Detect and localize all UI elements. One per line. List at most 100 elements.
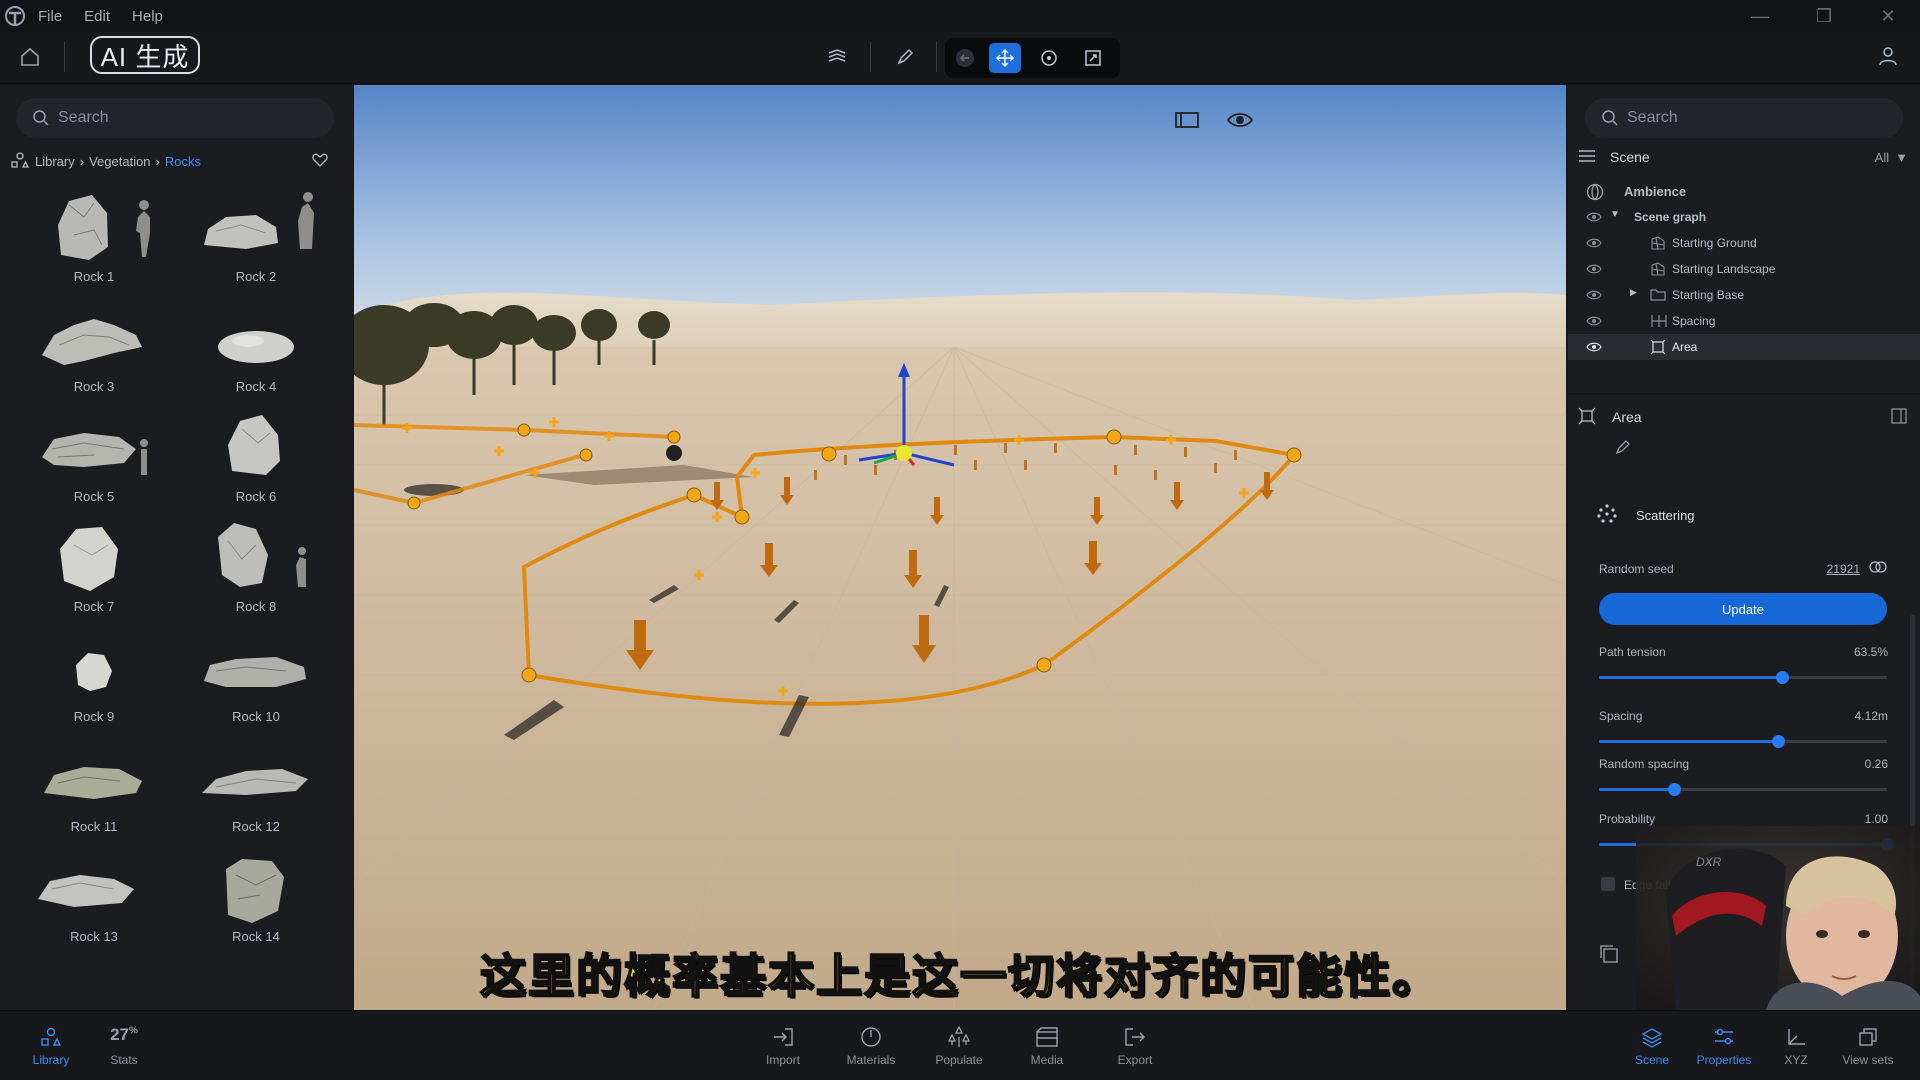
materials-icon bbox=[859, 1025, 883, 1049]
restore-icon[interactable]: ❐ bbox=[1792, 0, 1856, 32]
tab-library[interactable]: Library bbox=[11, 1025, 91, 1067]
asset-item[interactable]: Rock 6 bbox=[177, 405, 335, 515]
panel-layout-icon[interactable] bbox=[1172, 105, 1202, 135]
library-tree-icon bbox=[10, 151, 30, 172]
breadcrumb-library[interactable]: Library bbox=[35, 154, 75, 169]
tab-scene[interactable]: Scene bbox=[1612, 1025, 1692, 1067]
asset-item[interactable]: Rock 7 bbox=[15, 515, 173, 625]
minimize-icon[interactable]: — bbox=[1728, 0, 1792, 32]
asset-item[interactable]: Rock 9 bbox=[15, 625, 173, 735]
back-icon[interactable] bbox=[949, 43, 981, 73]
menu-file[interactable]: File bbox=[38, 8, 62, 25]
tree-item-ambience[interactable]: Ambience bbox=[1568, 178, 1920, 204]
rock-thumbnail bbox=[186, 735, 326, 815]
media-label: Media bbox=[1030, 1053, 1064, 1067]
asset-label: Rock 5 bbox=[73, 489, 115, 504]
app-logo-icon bbox=[4, 5, 26, 27]
scene-search-placeholder: Search bbox=[1627, 109, 1678, 126]
ai-generate-button[interactable]: AI 生成 bbox=[90, 36, 200, 74]
tree-label: Scene graph bbox=[1634, 210, 1707, 224]
asset-item[interactable]: Rock 10 bbox=[177, 625, 335, 735]
move-icon[interactable] bbox=[989, 43, 1021, 73]
export-button[interactable]: Export bbox=[1095, 1025, 1175, 1067]
tab-stats-label: Stats bbox=[110, 1053, 138, 1067]
eye-icon[interactable] bbox=[1225, 105, 1255, 135]
tree-item-starting-ground[interactable]: Starting Ground bbox=[1568, 230, 1920, 256]
scale-icon[interactable] bbox=[1077, 43, 1109, 73]
caret-right-icon[interactable]: ▶ bbox=[1630, 287, 1646, 303]
pen-icon[interactable] bbox=[1614, 438, 1632, 461]
slider-handle[interactable] bbox=[1667, 783, 1681, 796]
asset-item[interactable]: Rock 1 bbox=[15, 185, 173, 295]
randomize-icon[interactable] bbox=[1868, 559, 1888, 580]
random-seed-input[interactable]: 21921 bbox=[1798, 562, 1860, 576]
toolbar: AI 生成 bbox=[0, 32, 1920, 84]
copy-icon[interactable] bbox=[1598, 943, 1620, 970]
media-button[interactable]: Media bbox=[1007, 1025, 1087, 1067]
spacing-slider[interactable] bbox=[1599, 735, 1887, 748]
populate-button[interactable]: Populate bbox=[919, 1025, 999, 1067]
heart-icon[interactable] bbox=[312, 153, 330, 169]
slider-fill bbox=[1599, 676, 1782, 679]
tree-item-starting-landscape[interactable]: Starting Landscape bbox=[1568, 256, 1920, 282]
tree-item-scene-graph[interactable]: ▼ Scene graph bbox=[1568, 204, 1920, 230]
tree-item-starting-base[interactable]: ▶ Starting Base bbox=[1568, 282, 1920, 308]
panel-toggle-icon[interactable] bbox=[1890, 407, 1908, 428]
tab-view-sets[interactable]: View sets bbox=[1828, 1025, 1908, 1067]
slider-handle[interactable] bbox=[1775, 671, 1789, 684]
asset-item[interactable]: Rock 11 bbox=[15, 735, 173, 845]
asset-item[interactable]: Rock 13 bbox=[15, 845, 173, 955]
asset-item[interactable]: Rock 8 bbox=[177, 515, 335, 625]
tree-item-spacing[interactable]: Spacing bbox=[1568, 308, 1920, 334]
path-tension-slider[interactable] bbox=[1599, 671, 1887, 684]
slider-handle[interactable] bbox=[1771, 735, 1785, 748]
close-icon[interactable]: ✕ bbox=[1856, 0, 1920, 32]
eye-icon[interactable] bbox=[1586, 341, 1602, 353]
asset-item[interactable]: Rock 4 bbox=[177, 295, 335, 405]
toolbar-divider bbox=[64, 42, 65, 72]
eye-icon[interactable] bbox=[1586, 211, 1602, 223]
caret-down-icon[interactable]: ▼ bbox=[1610, 209, 1626, 225]
menu-edit[interactable]: Edit bbox=[84, 8, 110, 25]
eye-icon[interactable] bbox=[1586, 263, 1602, 275]
materials-button[interactable]: Materials bbox=[831, 1025, 911, 1067]
eye-icon[interactable] bbox=[1586, 315, 1602, 327]
view-sets-icon bbox=[1856, 1025, 1880, 1049]
tab-properties[interactable]: Properties bbox=[1684, 1025, 1764, 1067]
eye-icon[interactable] bbox=[1586, 289, 1602, 301]
menu-bar: File Edit Help — ❐ ✕ bbox=[0, 0, 1920, 32]
rotate-icon[interactable] bbox=[1033, 43, 1065, 73]
update-button[interactable]: Update bbox=[1599, 593, 1887, 625]
3d-viewport[interactable]: 这里的概率基本上是这一切将对齐的可能性。 bbox=[354, 85, 1566, 1010]
breadcrumb-rocks[interactable]: Rocks bbox=[165, 154, 201, 169]
asset-item[interactable]: Rock 14 bbox=[177, 845, 335, 955]
asset-item[interactable]: Rock 3 bbox=[15, 295, 173, 405]
materials-label: Materials bbox=[846, 1053, 896, 1067]
home-icon[interactable] bbox=[18, 45, 42, 69]
scene-render bbox=[354, 85, 1566, 1010]
scene-filter-dropdown[interactable]: All ▼ bbox=[1875, 150, 1908, 165]
scene-search-input[interactable]: Search bbox=[1585, 98, 1903, 138]
asset-item[interactable]: Rock 2 bbox=[177, 185, 335, 295]
library-search-input[interactable]: Search bbox=[16, 98, 334, 138]
edge-falloff-checkbox[interactable] bbox=[1601, 877, 1615, 891]
asset-item[interactable]: Rock 12 bbox=[177, 735, 335, 845]
asset-label: Rock 2 bbox=[235, 269, 277, 284]
scatter-icon bbox=[1596, 503, 1618, 530]
import-button[interactable]: Import bbox=[743, 1025, 823, 1067]
breadcrumb-vegetation[interactable]: Vegetation bbox=[89, 154, 150, 169]
tree-item-area[interactable]: Area bbox=[1568, 334, 1920, 360]
area-icon bbox=[1650, 339, 1666, 355]
eye-icon[interactable] bbox=[1586, 237, 1602, 249]
layers-icon[interactable] bbox=[824, 44, 850, 70]
tab-view-sets-label: View sets bbox=[1842, 1053, 1894, 1067]
user-icon[interactable] bbox=[1876, 44, 1902, 70]
pen-icon[interactable] bbox=[892, 44, 918, 70]
layers-icon bbox=[1640, 1025, 1664, 1049]
asset-item[interactable]: Rock 5 bbox=[15, 405, 173, 515]
random-seed-label: Random seed bbox=[1599, 562, 1674, 576]
tab-stats[interactable]: 27% Stats bbox=[84, 1025, 164, 1067]
random-spacing-slider[interactable] bbox=[1599, 783, 1887, 796]
menu-help[interactable]: Help bbox=[132, 8, 163, 25]
tab-xyz[interactable]: XYZ bbox=[1756, 1025, 1836, 1067]
